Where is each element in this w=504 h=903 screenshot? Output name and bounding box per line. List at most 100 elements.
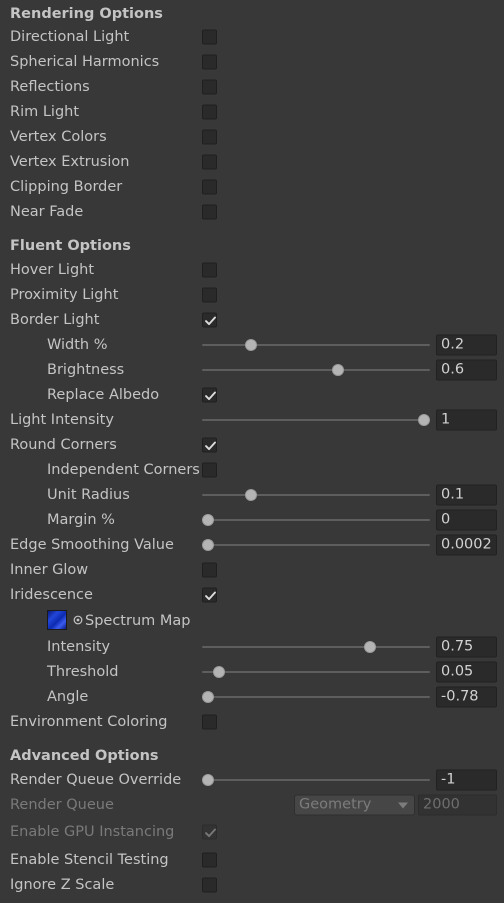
vertex-extrusion-checkbox[interactable] (202, 154, 217, 169)
angle-label: Angle (47, 688, 89, 705)
clipping-border-label: Clipping Border (10, 178, 123, 195)
edge-smoothing-field[interactable]: 0.0002 (436, 534, 497, 555)
angle-slider-thumb[interactable] (202, 690, 214, 703)
width-slider[interactable] (202, 338, 430, 351)
iridescence-row: Iridescence (0, 582, 504, 607)
stencil-testing-label: Enable Stencil Testing (10, 851, 169, 868)
width-label: Width % (47, 336, 108, 353)
checkmark-icon (205, 391, 216, 400)
ignore-z-scale-row: Ignore Z Scale (0, 872, 504, 897)
margin-label: Margin % (47, 511, 115, 528)
spectrum-map-texture-thumbnail[interactable] (47, 610, 67, 630)
hover-light-checkbox[interactable] (202, 262, 217, 277)
angle-row: Angle -0.78 (0, 684, 504, 709)
border-light-row: Border Light (0, 307, 504, 332)
inner-glow-checkbox[interactable] (202, 562, 217, 577)
inner-glow-row: Inner Glow (0, 557, 504, 582)
spherical-harmonics-row: Spherical Harmonics (0, 49, 504, 74)
render-queue-label: Render Queue (10, 796, 114, 813)
border-light-checkbox[interactable] (202, 312, 217, 327)
round-corners-label: Round Corners (10, 436, 117, 453)
render-queue-row: Render Queue Geometry 2000 (0, 792, 504, 817)
spherical-harmonics-checkbox[interactable] (202, 54, 217, 69)
directional-light-checkbox[interactable] (202, 29, 217, 44)
clipping-border-row: Clipping Border (0, 174, 504, 199)
replace-albedo-checkbox[interactable] (202, 387, 217, 402)
margin-field[interactable]: 0 (436, 509, 497, 530)
directional-light-label: Directional Light (10, 28, 130, 45)
width-field[interactable]: 0.2 (436, 334, 497, 355)
near-fade-label: Near Fade (10, 203, 84, 220)
checkmark-icon (205, 441, 216, 450)
light-intensity-slider[interactable] (202, 413, 430, 426)
environment-coloring-row: Environment Coloring (0, 709, 504, 734)
hover-light-label: Hover Light (10, 261, 95, 278)
vertex-colors-checkbox[interactable] (202, 129, 217, 144)
unit-radius-slider[interactable] (202, 488, 430, 501)
independent-corners-checkbox[interactable] (202, 462, 217, 477)
border-light-label: Border Light (10, 311, 100, 328)
vertex-colors-label: Vertex Colors (10, 128, 107, 145)
rim-light-row: Rim Light (0, 99, 504, 124)
intensity-slider-thumb[interactable] (364, 640, 376, 653)
replace-albedo-label: Replace Albedo (47, 386, 160, 403)
round-corners-row: Round Corners (0, 432, 504, 457)
directional-light-row: Directional Light (0, 24, 504, 49)
ignore-z-scale-checkbox[interactable] (202, 877, 217, 892)
brightness-label: Brightness (47, 361, 125, 378)
brightness-row: Brightness 0.6 (0, 357, 504, 382)
edge-smoothing-slider[interactable] (202, 538, 430, 551)
intensity-label: Intensity (47, 638, 111, 655)
brightness-slider-thumb[interactable] (331, 363, 344, 376)
threshold-slider[interactable] (202, 665, 430, 678)
stencil-testing-row: Enable Stencil Testing (0, 847, 504, 872)
iridescence-checkbox[interactable] (202, 587, 217, 602)
environment-coloring-checkbox[interactable] (202, 714, 217, 729)
gpu-instancing-checkbox (202, 824, 217, 839)
near-fade-checkbox[interactable] (202, 204, 217, 219)
proximity-light-label: Proximity Light (10, 286, 119, 303)
render-queue-field: 2000 (418, 794, 497, 815)
threshold-label: Threshold (47, 663, 119, 680)
light-intensity-field[interactable]: 1 (436, 409, 497, 430)
reflections-label: Reflections (10, 78, 90, 95)
threshold-slider-thumb[interactable] (212, 665, 225, 678)
near-fade-row: Near Fade (0, 199, 504, 224)
light-intensity-slider-thumb[interactable] (418, 413, 430, 426)
angle-slider[interactable] (202, 690, 430, 703)
brightness-slider[interactable] (202, 363, 430, 376)
width-slider-thumb[interactable] (245, 338, 258, 351)
clipping-border-checkbox[interactable] (202, 179, 217, 194)
render-queue-dropdown-value: Geometry (299, 796, 372, 812)
stencil-testing-checkbox[interactable] (202, 852, 217, 867)
edge-smoothing-slider-thumb[interactable] (202, 538, 214, 551)
checkmark-icon (205, 828, 216, 837)
proximity-light-checkbox[interactable] (202, 287, 217, 302)
intensity-slider[interactable] (202, 640, 430, 653)
brightness-field[interactable]: 0.6 (436, 359, 497, 380)
render-queue-override-slider-thumb[interactable] (202, 773, 214, 786)
spherical-harmonics-label: Spherical Harmonics (10, 53, 160, 70)
checkmark-icon (205, 316, 216, 325)
render-queue-override-slider[interactable] (202, 773, 430, 786)
vertex-colors-row: Vertex Colors (0, 124, 504, 149)
object-picker-icon[interactable] (73, 615, 83, 625)
render-queue-override-field[interactable]: -1 (436, 769, 497, 790)
margin-slider-thumb[interactable] (202, 513, 214, 526)
unit-radius-slider-thumb[interactable] (245, 488, 258, 501)
intensity-field[interactable]: 0.75 (436, 636, 497, 657)
round-corners-checkbox[interactable] (202, 437, 217, 452)
vertex-extrusion-row: Vertex Extrusion (0, 149, 504, 174)
unit-radius-row: Unit Radius 0.1 (0, 482, 504, 507)
angle-field[interactable]: -0.78 (436, 686, 497, 707)
render-queue-dropdown: Geometry (294, 794, 415, 815)
replace-albedo-row: Replace Albedo (0, 382, 504, 407)
rim-light-checkbox[interactable] (202, 104, 217, 119)
proximity-light-row: Proximity Light (0, 282, 504, 307)
reflections-checkbox[interactable] (202, 79, 217, 94)
hover-light-row: Hover Light (0, 257, 504, 282)
threshold-field[interactable]: 0.05 (436, 661, 497, 682)
unit-radius-field[interactable]: 0.1 (436, 484, 497, 505)
edge-smoothing-row: Edge Smoothing Value 0.0002 (0, 532, 504, 557)
margin-slider[interactable] (202, 513, 430, 526)
